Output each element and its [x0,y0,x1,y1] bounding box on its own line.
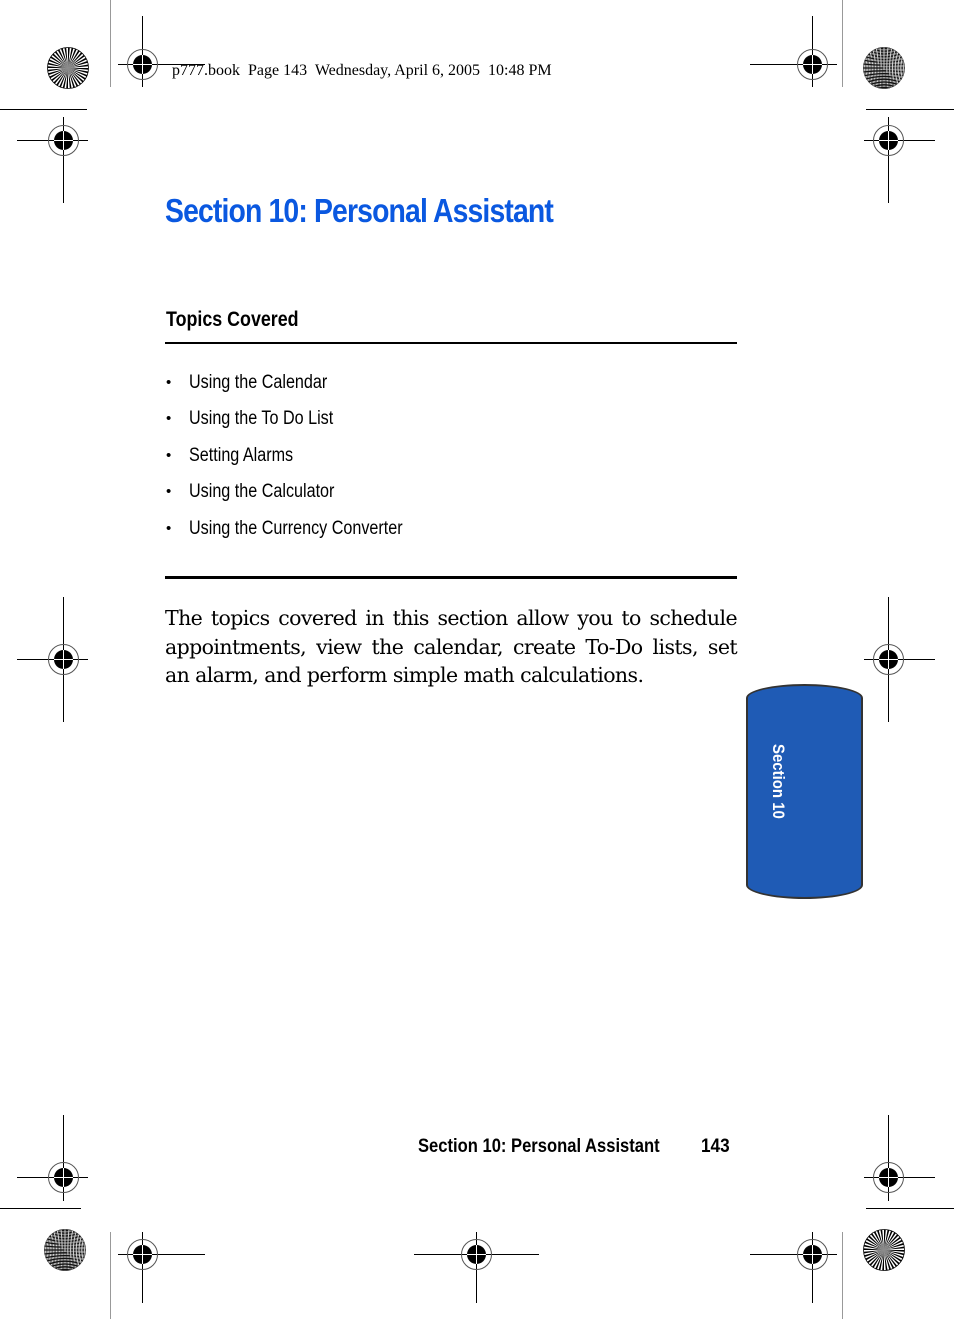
crosshair-target-icon [864,1115,935,1201]
crosshair-target-icon [750,1232,837,1303]
crosshair-target-icon [118,1232,205,1303]
list-item: • Setting Alarms [166,443,440,479]
footer-section-title: Section 10: Personal Assistant [418,1135,660,1157]
crop-guide-right-bottom [866,1208,954,1209]
crosshair-target-icon [864,117,935,203]
crop-guide-left-bottom [0,1208,81,1209]
crop-guide-top-right [842,0,843,87]
section-thumb-tab [746,684,863,899]
moire-calibration-icon [44,1229,86,1271]
crosshair-target-icon [864,597,935,722]
topic-label: Using the To Do List [189,408,334,430]
crop-guide-bottom-right [842,1232,843,1319]
topic-label: Using the Currency Converter [189,517,403,539]
bullet-icon: • [166,483,172,501]
starburst-calibration-icon [47,47,89,89]
crop-guide-right-top [866,109,954,110]
divider [165,342,737,344]
list-item: • Using the Calculator [166,479,440,515]
bullet-icon: • [166,374,172,391]
topics-list: • Using the Calendar • Using the To Do Lis… [166,370,440,552]
crosshair-target-icon [750,16,837,87]
topic-label: Using the Calendar [189,372,328,393]
crosshair-target-icon [17,117,88,203]
list-item: • Using the To Do List [166,406,440,442]
crop-guide-bottom-left [110,1232,111,1319]
list-item: • Using the Calendar [166,370,440,406]
crosshair-target-icon [17,597,88,722]
bullet-icon: • [166,410,172,428]
starburst-calibration-icon [863,1229,905,1271]
bullet-icon: • [166,519,172,537]
body-paragraph: The topics covered in this section allow… [165,606,738,687]
footer-page-number: 143 [701,1135,730,1157]
crop-guide-left-top [0,109,87,110]
crop-guide-top-left [110,0,111,87]
page-title: Section 10: Personal Assistant [165,192,554,229]
topic-label: Setting Alarms [189,444,294,466]
list-item: • Using the Currency Converter [166,516,440,552]
divider [165,576,737,579]
moire-calibration-icon [863,47,905,89]
bullet-icon: • [166,446,172,464]
topic-label: Using the Calculator [189,481,335,503]
section-thumb-tab-label: Section 10 [769,744,788,819]
crosshair-target-icon [17,1115,88,1201]
crosshair-target-icon [414,1232,539,1303]
print-header-stamp: p777.book Page 143 Wednesday, April 6, 2… [172,62,552,79]
topics-heading: Topics Covered [166,308,299,331]
